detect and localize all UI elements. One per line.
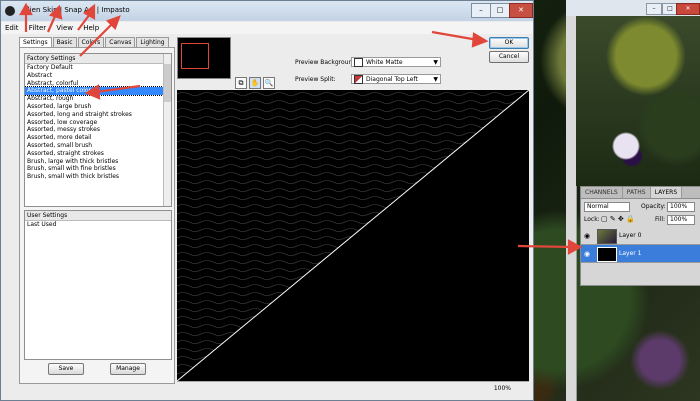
arrow-ok-head bbox=[471, 32, 489, 48]
annotation-arrows bbox=[19, 2, 583, 255]
arrow-list-item bbox=[95, 84, 141, 94]
arrow-layer bbox=[517, 244, 573, 249]
arrow-layer-head bbox=[567, 239, 583, 255]
arrow-filter-head bbox=[48, 4, 63, 20]
arrow-view-head bbox=[83, 3, 96, 20]
arrow-edit-head bbox=[19, 2, 33, 16]
arrow-view bbox=[77, 13, 91, 31]
arrow-ok bbox=[431, 30, 479, 42]
arrow-list-item-head bbox=[84, 84, 101, 100]
arrow-help bbox=[79, 21, 115, 57]
